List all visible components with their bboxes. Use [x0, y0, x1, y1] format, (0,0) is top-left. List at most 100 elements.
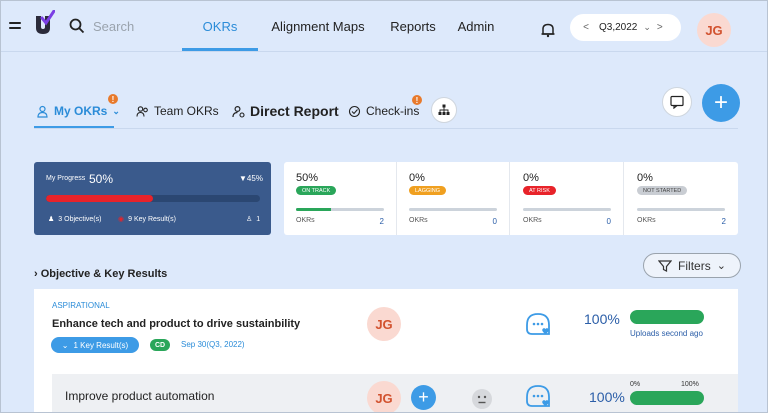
tab-team-okrs-label: Team OKRs — [154, 104, 219, 118]
tab-my-okrs[interactable]: My OKRs ⌄ — [36, 101, 120, 121]
objectives-count[interactable]: ♟ 3 Objective(s) — [48, 215, 101, 224]
tab-divider — [34, 128, 738, 129]
status-card-at-risk[interactable]: 0% AT RISK OKRs 0 — [511, 162, 624, 235]
org-chart-button[interactable] — [431, 97, 457, 123]
bell-icon[interactable] — [540, 22, 556, 38]
person-icon: ♙ — [246, 216, 253, 223]
status-card-lagging[interactable]: 0% LAGGING OKRs 0 — [397, 162, 510, 235]
quarter-selector[interactable]: < Q3,2022 ⌄ > — [570, 14, 681, 41]
filter-icon — [658, 259, 673, 272]
nav-okrs[interactable]: OKRs — [182, 0, 258, 52]
status-pill: AT RISK — [523, 186, 556, 195]
contributors-count[interactable]: ♙ 1 — [246, 215, 260, 224]
status-label: OKRs — [409, 217, 428, 224]
last-updated: Uploads second ago — [630, 329, 703, 338]
status-label: OKRs — [296, 217, 315, 224]
key-results-label: 1 Key Result(s) — [73, 340, 129, 350]
status-card-on-track[interactable]: 50% ON TRACK OKRs 2 — [284, 162, 397, 235]
progress-value: 50% — [89, 172, 114, 186]
progress-bar — [46, 195, 260, 202]
chevron-down-icon: ⌄ — [112, 105, 120, 116]
progress-delta: ▼45% — [239, 174, 263, 183]
objective-progress-bar — [630, 310, 704, 324]
tab-my-okrs-label: My OKRs — [54, 104, 108, 118]
nav-active-underline — [182, 48, 258, 51]
chevron-down-icon: ⌄ — [716, 260, 726, 272]
category-badge: CD — [150, 339, 170, 351]
status-track — [637, 208, 725, 211]
nav-admin[interactable]: Admin — [452, 0, 500, 52]
comment-heart-icon[interactable] — [524, 311, 552, 344]
tab-direct-report[interactable]: Direct Report — [232, 101, 339, 121]
key-result-progress-bar[interactable] — [630, 391, 704, 405]
team-icon — [136, 105, 149, 118]
feedback-button[interactable] — [662, 87, 692, 117]
quarter-prev-button[interactable]: < — [579, 22, 593, 33]
message-icon — [670, 95, 684, 109]
tab-check-ins-label: Check-ins — [366, 104, 420, 118]
search-icon[interactable] — [69, 18, 85, 34]
tab-check-ins[interactable]: Check-ins — [348, 101, 419, 121]
tab-team-okrs[interactable]: Team OKRs — [136, 101, 219, 121]
section-title[interactable]: › Objective & Key Results — [34, 268, 167, 280]
app-logo[interactable] — [33, 9, 56, 36]
objective-title[interactable]: Enhance tech and product to drive sustai… — [52, 318, 300, 330]
status-value: 0% — [409, 172, 425, 184]
filters-button[interactable]: Filters ⌄ — [643, 253, 741, 278]
status-count: 2 — [379, 217, 384, 226]
owner-avatar[interactable]: JG — [367, 307, 401, 341]
due-date: Sep 30(Q3, 2022) — [181, 340, 245, 349]
status-count: 0 — [492, 217, 497, 226]
key-results-toggle[interactable]: ⌄ 1 Key Result(s) — [51, 337, 139, 353]
notification-badge: ! — [412, 95, 422, 105]
user-flag-icon — [36, 105, 49, 118]
check-circle-icon — [348, 105, 361, 118]
chevron-down-icon[interactable]: ⌄ — [643, 22, 651, 33]
key-result-progress-value: 100% — [589, 389, 625, 405]
status-value: 0% — [523, 172, 539, 184]
range-high: 100% — [681, 381, 699, 388]
confidence-face-icon[interactable] — [472, 389, 492, 409]
range-low: 0% — [630, 381, 641, 388]
tab-direct-report-label: Direct Report — [250, 103, 339, 119]
filters-label: Filters — [678, 258, 711, 273]
status-value: 0% — [637, 172, 653, 184]
status-track — [296, 208, 384, 211]
quarter-label: Q3,2022 — [599, 22, 638, 33]
hamburger-menu-icon[interactable] — [9, 22, 21, 32]
status-value: 50% — [296, 172, 319, 184]
key-result-title[interactable]: Improve product automation — [65, 389, 214, 403]
target-icon: ◉ — [118, 216, 125, 223]
objective-progress-value: 100% — [584, 311, 620, 327]
status-label: OKRs — [523, 217, 542, 224]
status-count: 0 — [606, 217, 611, 226]
nav-alignment-maps[interactable]: Alignment Maps — [268, 0, 368, 52]
status-pill: LAGGING — [409, 186, 447, 195]
progress-label: My Progress — [46, 175, 86, 182]
add-okr-button[interactable]: + — [702, 84, 740, 122]
status-card-not-started[interactable]: 0% NOT STARTED OKRs 2 — [625, 162, 738, 235]
owner-avatar[interactable]: JG — [367, 381, 401, 413]
quarter-next-button[interactable]: > — [657, 22, 663, 33]
chevron-right-icon: › — [34, 268, 38, 280]
status-pill: NOT STARTED — [637, 186, 688, 195]
nav-reports[interactable]: Reports — [386, 0, 440, 52]
search-input[interactable] — [93, 17, 173, 35]
status-track — [523, 208, 611, 211]
status-pill: ON TRACK — [296, 186, 337, 195]
org-chart-icon — [438, 104, 450, 115]
user-settings-icon — [232, 105, 245, 118]
objective-type: ASPIRATIONAL — [52, 301, 110, 310]
my-progress-card: My Progress 50% ▼45% ♟ 3 Objective(s) ◉ … — [34, 162, 271, 235]
user-flag-icon: ♟ — [48, 216, 55, 223]
status-track — [409, 208, 497, 211]
add-contributor-button[interactable]: + — [411, 385, 436, 410]
key-results-count[interactable]: ◉ 9 Key Result(s) — [118, 215, 176, 224]
comment-heart-icon[interactable] — [524, 383, 552, 413]
notification-badge: ! — [108, 94, 118, 104]
user-avatar[interactable]: JG — [697, 13, 731, 47]
status-cards: 50% ON TRACK OKRs 2 0% LAGGING OKRs 0 0%… — [284, 162, 738, 235]
status-label: OKRs — [637, 217, 656, 224]
status-count: 2 — [721, 217, 726, 226]
section-title-text: Objective & Key Results — [40, 268, 168, 280]
